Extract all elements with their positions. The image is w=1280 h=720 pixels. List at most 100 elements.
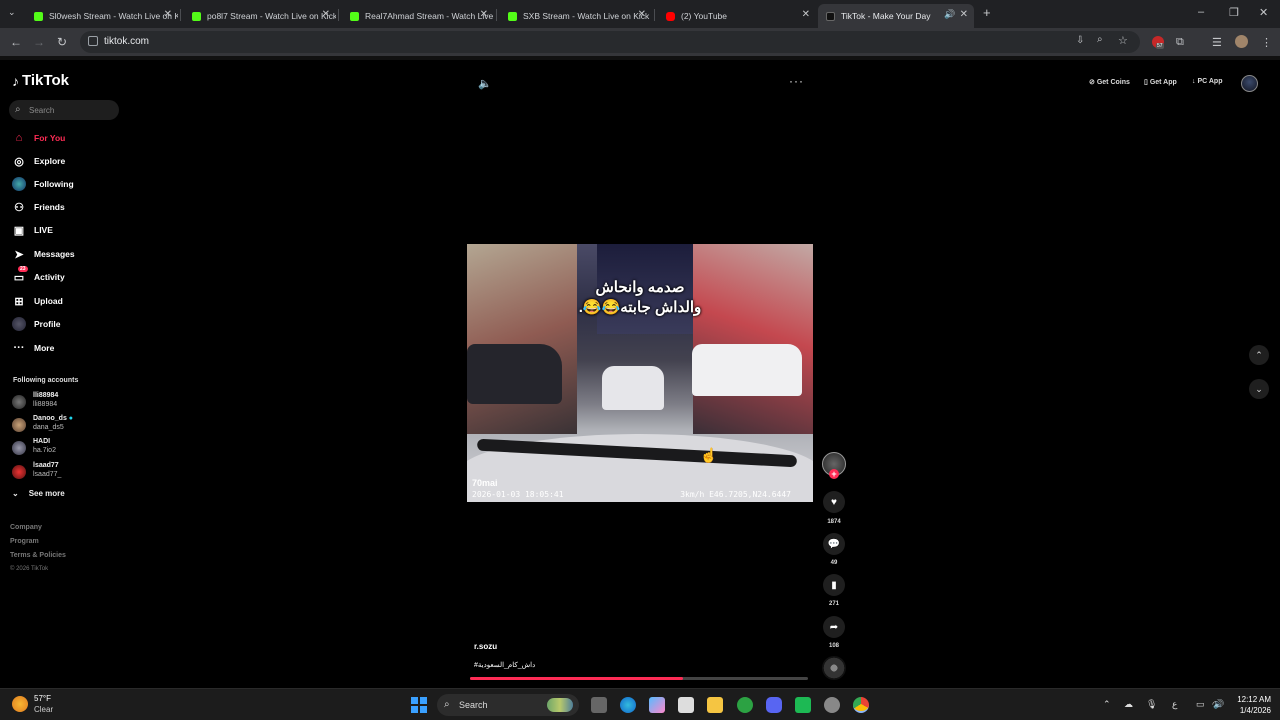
settings-icon[interactable]	[824, 697, 840, 713]
video-author[interactable]: r.sozu	[474, 642, 497, 651]
nav-live[interactable]: ▣ LIVE	[12, 222, 53, 238]
logo-text: TikTok	[22, 72, 69, 89]
tiktok-logo[interactable]: ♪ TikTok	[12, 72, 69, 89]
get-coins-button[interactable]: ⊘ Get Coins	[1089, 78, 1130, 86]
nav-following[interactable]: Following	[12, 176, 74, 192]
install-app-icon[interactable]: ⇩	[1076, 35, 1084, 46]
search-box[interactable]: ⌕	[9, 100, 119, 120]
forward-icon[interactable]: →	[33, 35, 45, 49]
comment-button[interactable]: 💬	[823, 533, 845, 555]
user-avatar[interactable]	[1241, 75, 1258, 92]
minimize-icon[interactable]: –	[1198, 6, 1204, 18]
previous-video-button[interactable]: ⌃	[1249, 345, 1269, 365]
footer-program[interactable]: Program	[10, 538, 39, 545]
weather-icon[interactable]	[12, 696, 28, 712]
nav-upload[interactable]: ⊞ Upload	[12, 293, 63, 309]
close-icon[interactable]: ✕	[802, 9, 810, 20]
copilot-icon[interactable]	[649, 697, 665, 713]
footer-company[interactable]: Company	[10, 524, 42, 531]
music-disc-icon[interactable]	[822, 656, 846, 680]
profile-avatar-icon[interactable]	[1235, 35, 1248, 48]
get-app-button[interactable]: ▯ Get App	[1144, 78, 1177, 86]
heart-icon: ♥	[831, 496, 837, 508]
nav-profile[interactable]: Profile	[12, 316, 60, 332]
display-icon[interactable]: ▭	[1196, 699, 1205, 710]
bookmark-star-icon[interactable]: ☆	[1118, 34, 1128, 47]
discord-icon[interactable]	[766, 697, 782, 713]
reload-icon[interactable]: ↻	[57, 35, 67, 49]
next-video-button[interactable]: ⌄	[1249, 379, 1269, 399]
footer-copyright: © 2026 TikTok	[10, 566, 49, 572]
pc-app-button[interactable]: ↓ PC App	[1192, 78, 1222, 85]
follow-plus-icon[interactable]: +	[829, 469, 839, 479]
account-name: lli88984	[33, 392, 59, 399]
nav-label: Upload	[34, 296, 63, 306]
extensions-puzzle-icon[interactable]: ⧉	[1176, 36, 1184, 49]
nav-friends[interactable]: ⚇ Friends	[12, 199, 65, 215]
video-hashtag[interactable]: #داش_كام_السعودية	[474, 661, 535, 669]
microphone-icon[interactable]: 🎙	[1146, 699, 1157, 710]
nav-more[interactable]: ··· More	[12, 340, 55, 356]
browser-tab[interactable]: Sl0wesh Stream - Watch Live on Kick ✕	[26, 4, 178, 28]
address-bar[interactable]: tiktok.com ⇩ ⌕ ☆	[80, 31, 1140, 53]
chrome-icon[interactable]	[853, 697, 869, 713]
video-progress-bar[interactable]	[470, 677, 808, 680]
save-button[interactable]: ▮	[823, 574, 845, 596]
new-tab-icon[interactable]: +	[983, 5, 991, 20]
like-button[interactable]: ♥	[823, 491, 845, 513]
video-player[interactable]: صدمه وانحاش والداش جابته😂😂. 70mai 2026-0…	[467, 244, 813, 502]
tab-divider	[496, 9, 497, 21]
browser-tab[interactable]: (2) YouTube ✕	[658, 4, 816, 28]
volume-icon[interactable]: 🔈	[478, 77, 492, 90]
dashcam-speed-gps: 3km/h E46.7205,N24.6447	[680, 490, 791, 499]
taskbar-search[interactable]: ⌕ Search	[437, 694, 579, 716]
browser-tab-active[interactable]: TikTok - Make Your Day 🔊 ✕	[818, 4, 974, 28]
restore-icon[interactable]: ❐	[1229, 6, 1239, 19]
task-view-icon[interactable]	[591, 697, 607, 713]
file-explorer-icon[interactable]	[707, 697, 723, 713]
onedrive-icon[interactable]: ☁	[1124, 699, 1133, 710]
windows-start-icon[interactable]	[411, 697, 427, 713]
nav-activity[interactable]: ▭ 23 Activity	[12, 266, 65, 285]
back-icon[interactable]: ←	[10, 35, 22, 49]
close-icon[interactable]: ✕	[322, 9, 330, 20]
close-icon[interactable]: ✕	[638, 9, 646, 20]
browser-menu-icon[interactable]: ⋮	[1261, 36, 1272, 49]
nav-messages[interactable]: ➤ Messages	[12, 246, 74, 262]
spotify-icon[interactable]	[795, 697, 811, 713]
system-clock[interactable]: 12:12 AM 1/4/2026	[1229, 694, 1271, 716]
footer-terms[interactable]: Terms & Policies	[10, 552, 66, 559]
close-icon[interactable]: ✕	[480, 9, 488, 20]
reading-list-icon[interactable]: ☰	[1212, 36, 1222, 49]
zoom-icon[interactable]: ⌕	[1097, 34, 1103, 45]
audio-playing-icon[interactable]: 🔊	[944, 9, 955, 20]
browser-tab[interactable]: Real7Ahmad Stream - Watch Live on Kick ✕	[342, 4, 494, 28]
browser-tab[interactable]: SXB Stream - Watch Live on Kick ✕	[500, 4, 652, 28]
kick-favicon-icon	[34, 11, 43, 21]
site-info-icon[interactable]	[88, 36, 98, 46]
activity-badge: 23	[18, 266, 28, 272]
url-text[interactable]: tiktok.com	[104, 36, 149, 47]
close-icon[interactable]: ✕	[164, 9, 172, 20]
search-input[interactable]	[29, 103, 115, 117]
share-button[interactable]: ➦	[823, 616, 845, 638]
video-scene	[602, 366, 664, 410]
get-coins-label: Get Coins	[1096, 79, 1130, 86]
language-icon[interactable]: ع	[1172, 699, 1177, 710]
more-options-icon[interactable]: ···	[789, 74, 804, 88]
avatar	[12, 395, 26, 409]
window-close-icon[interactable]: ✕	[1259, 6, 1268, 19]
store-icon[interactable]	[678, 697, 694, 713]
xbox-icon[interactable]	[737, 697, 753, 713]
edge-icon[interactable]	[620, 697, 636, 713]
volume-tray-icon[interactable]: 🔊	[1213, 699, 1224, 710]
browser-tab[interactable]: po8l7 Stream - Watch Live on Kick ✕	[184, 4, 336, 28]
see-more-link[interactable]: ⌄ See more	[12, 489, 65, 498]
tab-divider	[338, 9, 339, 21]
tray-overflow-icon[interactable]: ⌃	[1103, 699, 1111, 710]
video-scene	[467, 244, 577, 434]
nav-for-you[interactable]: ⌂ For You	[12, 130, 66, 146]
tab-search-icon[interactable]: ⌄	[8, 7, 16, 18]
close-icon[interactable]: ✕	[960, 9, 968, 20]
nav-explore[interactable]: ◎ Explore	[12, 153, 65, 169]
